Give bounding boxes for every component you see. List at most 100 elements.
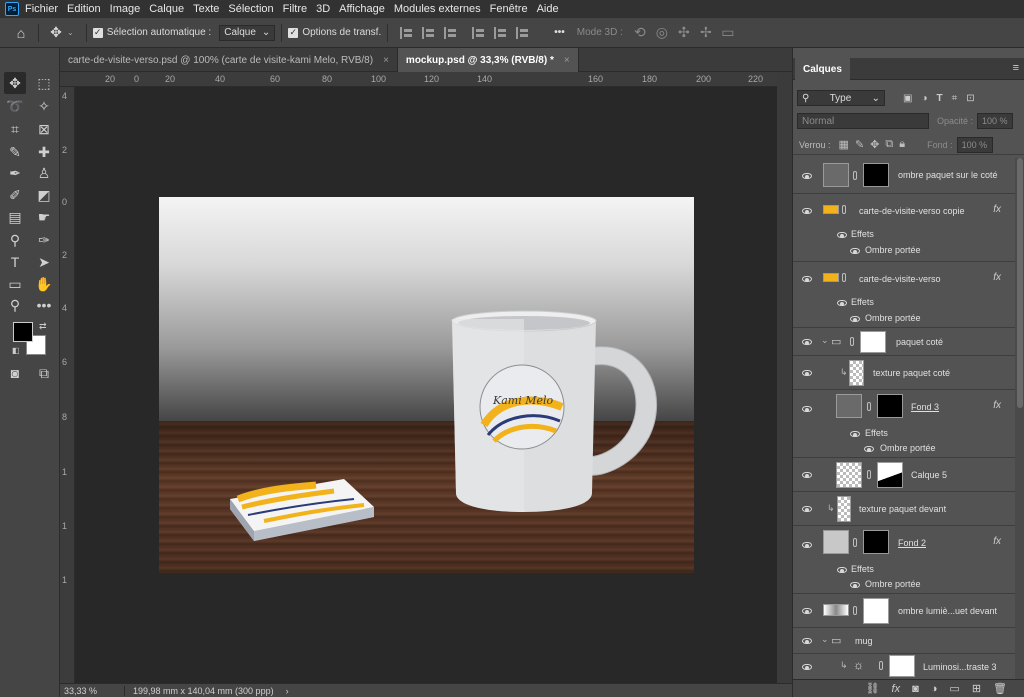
- eye-icon[interactable]: [802, 370, 812, 376]
- eye-icon[interactable]: [802, 506, 812, 512]
- new-layer-icon[interactable]: ⊞: [972, 682, 981, 695]
- eye-icon[interactable]: [802, 542, 812, 548]
- eye-icon[interactable]: [802, 406, 812, 412]
- roll-3d-icon[interactable]: ◎: [651, 22, 673, 44]
- layer-group-row[interactable]: ⌄ ▭ mug: [793, 628, 1015, 654]
- layer-row[interactable]: ombre paquet sur le coté: [793, 158, 1015, 194]
- smudge-tool-icon[interactable]: ☛: [33, 206, 55, 228]
- layer-mask-thumbnail[interactable]: [863, 598, 889, 624]
- layers-scrollbar[interactable]: [1015, 158, 1024, 688]
- layer-mask-thumbnail[interactable]: [860, 331, 886, 353]
- path-selection-tool-icon[interactable]: ➤: [33, 251, 55, 273]
- transform-controls-checkbox[interactable]: ✓: [288, 27, 299, 38]
- menu-3d[interactable]: 3D: [316, 3, 330, 15]
- chevron-down-icon[interactable]: ⌄: [821, 634, 829, 645]
- layer-row[interactable]: carte-de-visite-verso copie fx Effets Om…: [793, 194, 1015, 262]
- layer-filter-dropdown[interactable]: ⚲ Type ⌄: [797, 90, 885, 106]
- menu-fichier[interactable]: Fichier: [25, 3, 58, 15]
- rectangle-tool-icon[interactable]: ▭: [4, 273, 26, 295]
- crop-tool-icon[interactable]: ⌗: [4, 118, 26, 140]
- pen-tool-icon[interactable]: ✑: [33, 229, 55, 251]
- eraser-tool-icon[interactable]: ◩: [33, 184, 55, 206]
- photoshop-logo-icon[interactable]: Ps: [5, 2, 19, 16]
- eye-icon[interactable]: [802, 664, 812, 670]
- eye-icon[interactable]: [850, 431, 860, 437]
- layer-mask-thumbnail[interactable]: [863, 163, 889, 187]
- quick-mask-icon[interactable]: ◙: [4, 362, 26, 384]
- status-menu-arrow[interactable]: ›: [286, 686, 289, 696]
- stamp-tool-icon[interactable]: ♙: [33, 162, 55, 184]
- close-icon[interactable]: ×: [564, 55, 570, 66]
- chevron-down-icon[interactable]: ⌄: [821, 335, 829, 346]
- eye-icon[interactable]: [837, 300, 847, 306]
- tab-mockup[interactable]: mockup.psd @ 33,3% (RVB/8) * ×: [397, 48, 579, 72]
- fx-icon[interactable]: fx: [993, 272, 1001, 283]
- layer-group-row[interactable]: ⌄ ▭ paquet coté: [793, 328, 1015, 356]
- fx-icon[interactable]: fx: [993, 536, 1001, 547]
- auto-select-checkbox[interactable]: ✓: [92, 27, 103, 38]
- lock-artboard-icon[interactable]: ⧉: [885, 138, 893, 151]
- zoom-level[interactable]: 33,33 %: [64, 686, 116, 696]
- layer-mask-thumbnail[interactable]: [877, 462, 903, 488]
- eye-icon[interactable]: [837, 567, 847, 573]
- layer-row[interactable]: ombre lumiè...uet devant: [793, 594, 1015, 628]
- default-colors-icon[interactable]: ◧: [12, 346, 20, 355]
- menu-calque[interactable]: Calque: [149, 3, 184, 15]
- eye-icon[interactable]: [837, 232, 847, 238]
- layer-mask-thumbnail[interactable]: [877, 394, 903, 418]
- menu-affichage[interactable]: Affichage: [339, 3, 385, 15]
- menu-image[interactable]: Image: [110, 3, 141, 15]
- delete-layer-icon[interactable]: 🗑︎: [993, 682, 1007, 695]
- new-group-icon[interactable]: ▭: [949, 682, 959, 695]
- move-tool-preset-icon[interactable]: ✥: [45, 22, 67, 44]
- close-icon[interactable]: ×: [383, 55, 389, 66]
- opacity-field[interactable]: 100 %: [977, 113, 1014, 129]
- more-tools-icon[interactable]: •••: [33, 294, 55, 316]
- layer-row[interactable]: ↳ ☼ Luminosi...traste 3: [793, 654, 1015, 679]
- menu-fenetre[interactable]: Fenêtre: [490, 3, 528, 15]
- camera-3d-icon[interactable]: ▭: [717, 22, 739, 44]
- type-tool-icon[interactable]: T: [4, 251, 26, 273]
- magic-wand-tool-icon[interactable]: ✧: [33, 95, 55, 117]
- gradient-tool-icon[interactable]: ▤: [4, 206, 26, 228]
- lock-position-icon[interactable]: ✥: [870, 138, 879, 151]
- layer-mask-thumbnail[interactable]: [863, 530, 889, 554]
- more-options-button[interactable]: •••: [554, 27, 565, 38]
- eye-icon[interactable]: [864, 446, 874, 452]
- document-canvas[interactable]: Kami Melo: [159, 197, 694, 573]
- eye-icon[interactable]: [850, 582, 860, 588]
- filter-pixel-icon[interactable]: ▣: [903, 93, 912, 104]
- eye-icon[interactable]: [802, 173, 812, 179]
- lock-all-icon[interactable]: 🔒︎: [899, 138, 905, 151]
- eye-icon[interactable]: [802, 472, 812, 478]
- eye-icon[interactable]: [802, 608, 812, 614]
- link-icon[interactable]: [850, 337, 854, 346]
- foreground-color-front[interactable]: [13, 322, 33, 342]
- fill-field[interactable]: 100 %: [956, 136, 993, 153]
- layer-row[interactable]: ↳ texture paquet coté: [793, 356, 1015, 390]
- menu-edition[interactable]: Edition: [67, 3, 101, 15]
- link-icon[interactable]: [853, 606, 857, 615]
- eye-icon[interactable]: [850, 316, 860, 322]
- layer-row[interactable]: ↳ texture paquet devant: [793, 492, 1015, 526]
- link-icon[interactable]: [867, 470, 871, 479]
- filter-shape-icon[interactable]: ⌗: [952, 93, 958, 104]
- tab-carte-de-visite-verso[interactable]: carte-de-visite-verso.psd @ 100% (carte …: [60, 48, 398, 72]
- align-center-h-icon[interactable]: [422, 26, 436, 39]
- auto-select-dropdown[interactable]: Calque ⌄: [219, 24, 276, 41]
- dodge-tool-icon[interactable]: ⚲: [4, 229, 26, 251]
- filter-smart-object-icon[interactable]: ⊡: [966, 93, 974, 104]
- eye-icon[interactable]: [802, 276, 812, 282]
- panel-menu-icon[interactable]: ≡: [1013, 62, 1019, 74]
- align-bottom-icon[interactable]: [516, 26, 530, 39]
- drag-3d-icon[interactable]: ✣: [673, 22, 695, 44]
- fx-icon[interactable]: fx: [993, 400, 1001, 411]
- brush-tool-icon[interactable]: ✒: [4, 162, 26, 184]
- link-icon[interactable]: [879, 661, 883, 670]
- zoom-tool-icon[interactable]: ⚲: [4, 294, 26, 316]
- layer-row[interactable]: carte-de-visite-verso fx Effets Ombre po…: [793, 262, 1015, 328]
- blend-mode-dropdown[interactable]: Normal: [797, 113, 929, 129]
- align-top-icon[interactable]: [472, 26, 486, 39]
- slide-3d-icon[interactable]: ✢: [695, 22, 717, 44]
- new-adjustment-icon[interactable]: ◑: [931, 683, 938, 695]
